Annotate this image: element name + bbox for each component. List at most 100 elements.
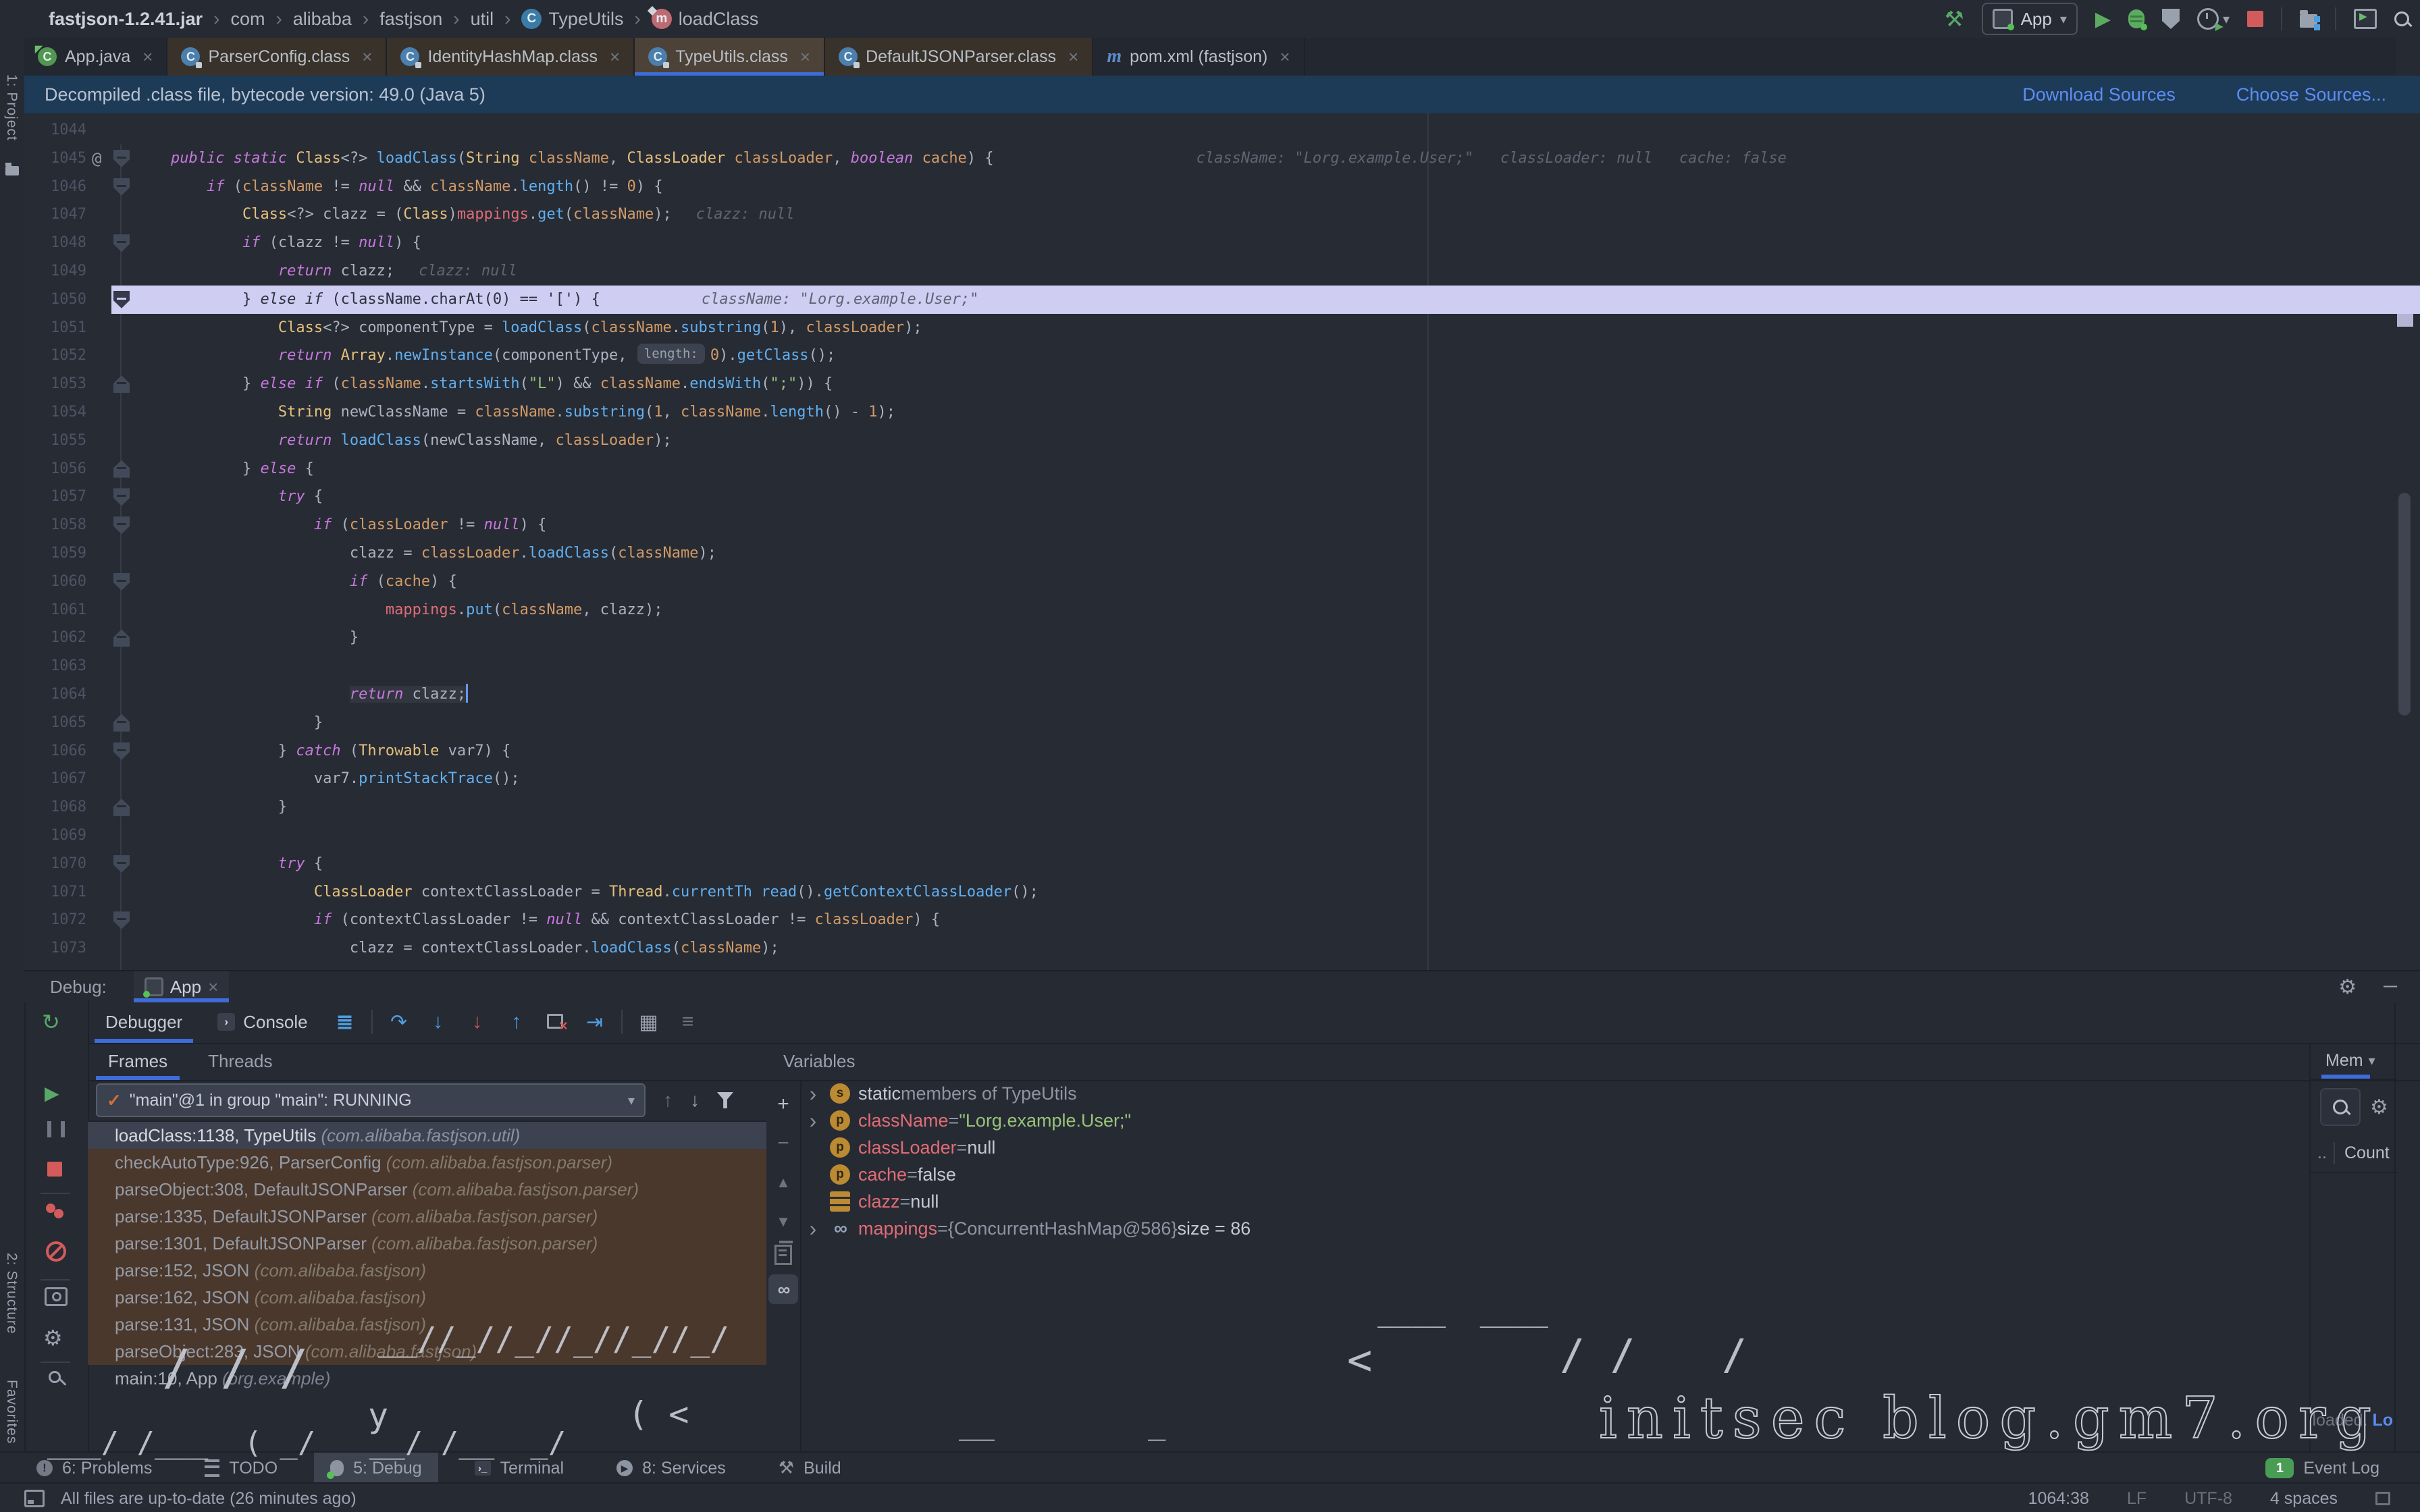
coverage-button[interactable]: ▶ xyxy=(2162,9,2180,29)
line-number[interactable]: 1051 xyxy=(24,314,86,342)
sidebar-item-structure[interactable]: 2: Structure xyxy=(3,1253,20,1334)
sidebar-item-project[interactable]: 1: Project xyxy=(3,74,20,141)
drop-frame-button[interactable] xyxy=(536,1008,575,1035)
fold-marker-icon[interactable] xyxy=(113,855,130,873)
divider[interactable] xyxy=(41,1361,70,1363)
line-number[interactable]: 1068 xyxy=(24,793,86,821)
fold-marker-icon[interactable] xyxy=(113,375,130,393)
expand-chevron-icon[interactable]: › xyxy=(801,1080,824,1107)
tab-typeutils-class[interactable]: CTypeUtils.class× xyxy=(635,38,825,76)
tab-defaultjsonparser-class[interactable]: CDefaultJSONParser.class× xyxy=(825,38,1093,76)
variable-row[interactable]: ›pclassName = "Lorg.example.User;" xyxy=(801,1107,2309,1134)
line-number[interactable]: 1070 xyxy=(24,850,86,878)
next-frame-icon[interactable]: ↓ xyxy=(690,1089,700,1111)
line-number[interactable]: 1061 xyxy=(24,596,86,624)
force-step-into-button[interactable]: ↓ xyxy=(458,1010,497,1033)
divider[interactable] xyxy=(41,1193,70,1194)
event-log-button[interactable]: 1Event Log xyxy=(2265,1458,2420,1478)
stop-button[interactable] xyxy=(2247,11,2263,27)
status-item-lf[interactable]: LF xyxy=(2127,1489,2147,1509)
build-hammer-icon[interactable]: ⚒ xyxy=(1945,6,1964,32)
breadcrumb-item-alibaba[interactable]: alibaba xyxy=(293,9,352,30)
mute-breakpoints-toggle[interactable] xyxy=(46,1241,66,1262)
expand-chevron-icon[interactable]: › xyxy=(801,1215,824,1242)
fold-marker-icon[interactable] xyxy=(113,460,130,478)
status-item-utf-8[interactable]: UTF-8 xyxy=(2184,1489,2232,1509)
run-to-cursor-button[interactable]: ⇥ xyxy=(575,1010,614,1034)
line-number[interactable]: 1063 xyxy=(24,652,86,680)
frame-row[interactable]: main:10, App (org.example) xyxy=(88,1365,766,1392)
step-out-button[interactable]: ↑ xyxy=(497,1010,536,1033)
fold-marker-icon[interactable] xyxy=(113,629,130,647)
profiler-button[interactable]: ▾ xyxy=(2197,8,2230,30)
fold-marker-icon[interactable] xyxy=(113,178,130,196)
breadcrumb-item-typeutils[interactable]: CTypeUtils xyxy=(521,9,623,30)
choose-sources-link[interactable]: Choose Sources... xyxy=(2236,84,2386,105)
tab-debugger[interactable]: Debugger xyxy=(88,1001,200,1043)
line-number[interactable]: 1052 xyxy=(24,342,86,370)
run-anything-icon[interactable] xyxy=(2354,9,2377,29)
line-number[interactable]: 1062 xyxy=(24,624,86,652)
close-icon[interactable]: × xyxy=(800,47,810,68)
show-watches-toggle[interactable]: ∞ xyxy=(768,1274,798,1304)
line-number[interactable]: 1048 xyxy=(24,229,86,257)
frame-row[interactable]: checkAutoType:926, ParserConfig (com.ali… xyxy=(88,1149,766,1176)
line-number[interactable]: 1056 xyxy=(24,455,86,483)
debugger-settings-gear-button[interactable]: ⚙ xyxy=(43,1325,63,1351)
tab-parserconfig-class[interactable]: CParserConfig.class× xyxy=(167,38,387,76)
variable-row[interactable]: pclassLoader = null xyxy=(801,1134,2309,1161)
toolwindow-button-8-services[interactable]: ▶8: Services xyxy=(600,1453,742,1484)
line-number[interactable]: 1058 xyxy=(24,511,86,539)
status-item-1064-38[interactable]: 1064:38 xyxy=(2028,1489,2089,1509)
tab-identityhashmap-class[interactable]: CIdentityHashMap.class× xyxy=(387,38,635,76)
download-sources-link[interactable]: Download Sources xyxy=(2022,84,2176,105)
debug-button[interactable] xyxy=(2128,9,2145,28)
fold-marker-icon[interactable] xyxy=(113,516,130,534)
trace-settings-icon[interactable]: ≡ xyxy=(668,1010,708,1033)
line-number[interactable]: 1049 xyxy=(24,257,86,286)
run-configuration-select[interactable]: App ▾ xyxy=(1982,3,2078,35)
close-icon[interactable]: × xyxy=(610,47,620,68)
run-button[interactable]: ▶ xyxy=(2095,7,2111,31)
line-number[interactable]: 1054 xyxy=(24,398,86,427)
hide-window-icon[interactable]: ─ xyxy=(2384,975,2397,999)
pin-tab-button[interactable] xyxy=(49,1371,61,1383)
layout-settings-icon[interactable]: ≣ xyxy=(325,1010,365,1034)
toolwindow-button-5-debug[interactable]: 5: Debug xyxy=(314,1453,438,1484)
resume-button[interactable]: ▶ xyxy=(45,1082,59,1104)
fold-marker-icon[interactable] xyxy=(113,234,130,252)
variable-row[interactable]: clazz = null xyxy=(801,1188,2309,1215)
frame-row[interactable]: parse:1301, DefaultJSONParser (com.aliba… xyxy=(88,1230,766,1257)
fold-marker-icon[interactable] xyxy=(113,799,130,816)
move-watch-up-button[interactable]: ▲ xyxy=(766,1168,800,1197)
frame-row[interactable]: parse:152, JSON (com.alibaba.fastjson) xyxy=(88,1257,766,1284)
line-number[interactable]: 1045 xyxy=(24,144,86,173)
frame-row[interactable]: parseObject:283, JSON (com.alibaba.fastj… xyxy=(88,1338,766,1365)
line-number[interactable]: 1072 xyxy=(24,906,86,934)
line-number[interactable]: 1073 xyxy=(24,934,86,963)
move-watch-down-button[interactable]: ▼ xyxy=(766,1207,800,1237)
load-classes-link[interactable]: Lo xyxy=(2372,1411,2393,1430)
toolwindow-button-terminal[interactable]: ›_Terminal xyxy=(458,1453,580,1484)
toolwindow-button-todo[interactable]: TODO xyxy=(188,1453,294,1484)
frame-row[interactable]: parse:131, JSON (com.alibaba.fastjson) xyxy=(88,1311,766,1338)
status-item-4-spaces[interactable]: 4 spaces xyxy=(2270,1489,2338,1509)
breadcrumb-item-fastjson-1-2-41-jar[interactable]: fastjson-1.2.41.jar xyxy=(49,9,203,30)
settings-gear-icon[interactable]: ⚙ xyxy=(2338,975,2357,999)
expand-chevron-icon[interactable]: › xyxy=(801,1107,824,1134)
fold-marker-icon[interactable] xyxy=(113,488,130,506)
line-number[interactable]: 1069 xyxy=(24,821,86,850)
frame-row[interactable]: loadClass:1138, TypeUtils (com.alibaba.f… xyxy=(88,1122,766,1149)
frame-row[interactable]: parse:162, JSON (com.alibaba.fastjson) xyxy=(88,1284,766,1311)
thread-selector[interactable]: ✓ "main"@1 in group "main": RUNNING ▾ xyxy=(96,1083,646,1117)
line-number[interactable]: 1050 xyxy=(24,286,86,314)
line-number[interactable]: 1060 xyxy=(24,568,86,596)
close-icon[interactable]: × xyxy=(1280,47,1290,68)
variable-row[interactable]: ›∞mappings = {ConcurrentHashMap@586} siz… xyxy=(801,1215,2309,1242)
stop-debug-button[interactable] xyxy=(47,1162,62,1177)
rerun-button[interactable]: ↻ xyxy=(42,1009,60,1035)
tab-pom-xml-fastjson-[interactable]: mpom.xml (fastjson)× xyxy=(1093,38,1305,76)
line-number[interactable]: 1047 xyxy=(24,200,86,229)
toolwindow-toggle-icon[interactable] xyxy=(24,1490,45,1507)
breadcrumb-item-loadclass[interactable]: mloadClass xyxy=(652,9,759,30)
